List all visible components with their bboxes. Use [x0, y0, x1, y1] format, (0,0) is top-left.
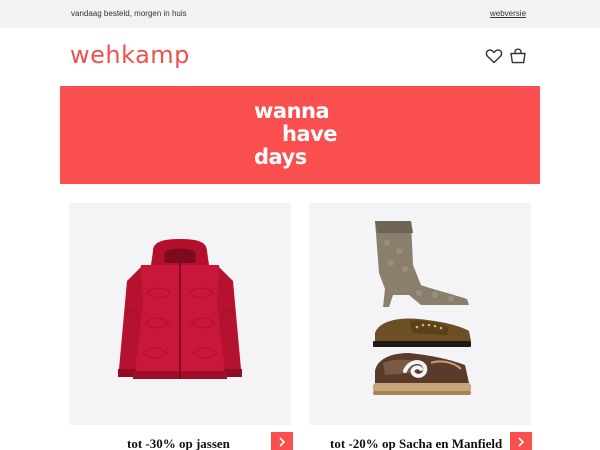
wanna-have-days-banner[interactable]: wanna have days	[60, 86, 540, 184]
product-card-shoes[interactable]	[309, 203, 531, 425]
jackets-arrow-button[interactable]	[271, 432, 293, 450]
chevron-right-icon	[518, 437, 525, 447]
shoes-image	[373, 221, 471, 395]
wehkamp-logo[interactable]: wehkamp	[70, 41, 190, 69]
delivery-tagline: vandaag besteld, morgen in huis	[71, 9, 187, 18]
shoes-caption[interactable]: tot -20% op Sacha en Manfield	[330, 436, 502, 450]
web-version-link[interactable]: webversie	[490, 9, 526, 18]
shoes-arrow-button[interactable]	[510, 432, 532, 450]
heart-icon[interactable]	[485, 48, 503, 64]
jackets-caption[interactable]: tot -30% op jassen	[127, 436, 230, 450]
top-bar: vandaag besteld, morgen in huis webversi…	[0, 0, 600, 28]
banner-line-1: wanna	[254, 99, 330, 123]
shopping-bag-icon[interactable]	[509, 48, 527, 64]
banner-slogan: wanna have days	[254, 100, 364, 169]
red-puffer-jacket-image	[118, 239, 242, 379]
banner-line-2: have	[282, 122, 338, 146]
product-card-jackets[interactable]	[69, 203, 291, 425]
banner-line-3: days	[254, 145, 307, 169]
chevron-right-icon	[279, 437, 286, 447]
header: wehkamp	[0, 28, 600, 84]
